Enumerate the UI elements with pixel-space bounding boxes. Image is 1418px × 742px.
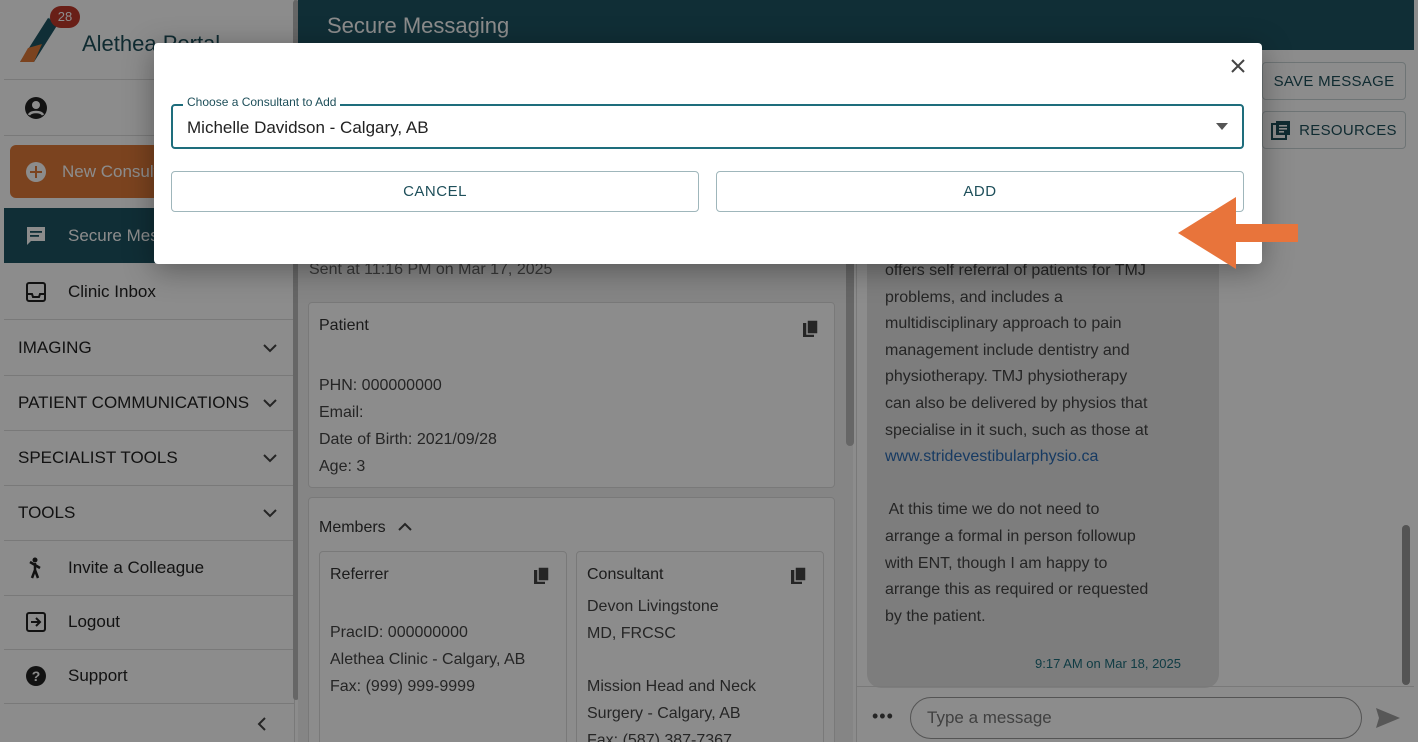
close-button[interactable] (1225, 53, 1251, 79)
consultant-select[interactable]: Choose a Consultant to Add Michelle Davi… (171, 95, 1244, 149)
add-button[interactable]: ADD (716, 171, 1244, 212)
consultant-select-value: Michelle Davidson - Calgary, AB (187, 118, 429, 137)
pointer-arrow-icon (1178, 197, 1298, 269)
add-consultant-dialog: Choose a Consultant to Add Michelle Davi… (154, 43, 1298, 269)
close-icon (1231, 59, 1245, 73)
dropdown-arrow-icon (1216, 123, 1228, 130)
cancel-button[interactable]: CANCEL (171, 171, 699, 212)
consultant-select-label: Choose a Consultant to Add (183, 95, 341, 109)
